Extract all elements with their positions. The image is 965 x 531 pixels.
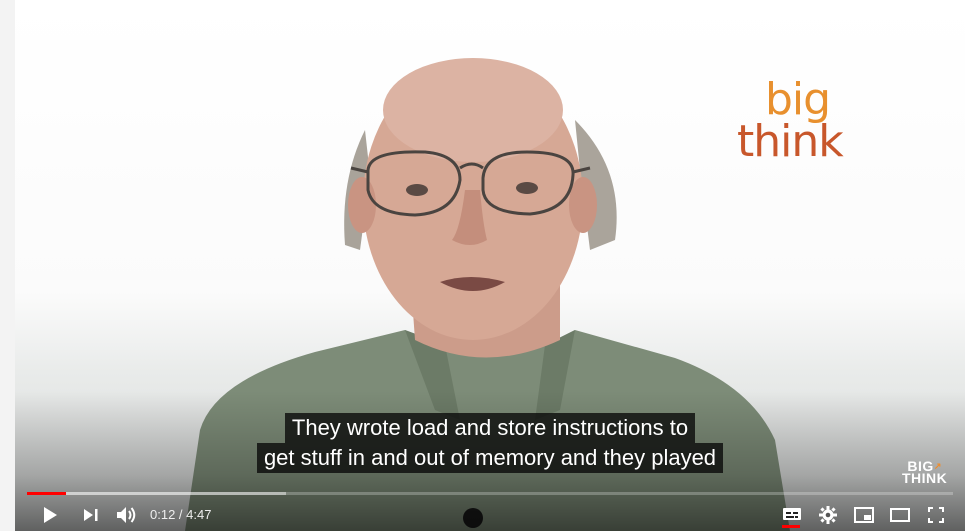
subtitles-active-indicator bbox=[782, 525, 800, 528]
play-button[interactable] bbox=[35, 498, 65, 531]
subtitles-button[interactable] bbox=[779, 498, 805, 531]
caption-line-2: get stuff in and out of memory and they … bbox=[256, 443, 724, 473]
mute-button[interactable] bbox=[112, 498, 142, 531]
video-player[interactable]: big think They wrote load and store inst… bbox=[15, 0, 965, 531]
player-controls: 0:12 / 4:47 bbox=[15, 498, 965, 531]
page-left-margin bbox=[0, 0, 15, 531]
miniplayer-icon bbox=[854, 506, 874, 523]
theater-mode-icon bbox=[890, 507, 910, 522]
settings-icon bbox=[819, 505, 837, 524]
time-display: 0:12 / 4:47 bbox=[150, 507, 212, 522]
theater-mode-button[interactable] bbox=[886, 498, 914, 531]
play-icon bbox=[44, 506, 57, 523]
volume-icon bbox=[117, 506, 136, 523]
next-icon bbox=[84, 508, 98, 521]
settings-button[interactable] bbox=[815, 498, 841, 531]
subtitles-icon bbox=[783, 508, 801, 520]
watermark-line-2: THINK bbox=[902, 470, 948, 486]
fullscreen-icon bbox=[928, 506, 944, 523]
logo-text-big: big bbox=[765, 74, 831, 125]
fullscreen-button[interactable] bbox=[923, 498, 949, 531]
caption-line-1: They wrote load and store instructions t… bbox=[284, 413, 696, 443]
progress-bar[interactable] bbox=[27, 492, 953, 495]
next-button[interactable] bbox=[77, 498, 105, 531]
progress-played bbox=[27, 492, 66, 495]
big-think-logo: big think bbox=[737, 74, 867, 167]
subtitle-caption: They wrote load and store instructions t… bbox=[15, 413, 965, 473]
channel-watermark[interactable]: BIG↗ THINK bbox=[902, 459, 948, 486]
logo-text-think: think bbox=[737, 116, 844, 167]
miniplayer-button[interactable] bbox=[850, 498, 878, 531]
